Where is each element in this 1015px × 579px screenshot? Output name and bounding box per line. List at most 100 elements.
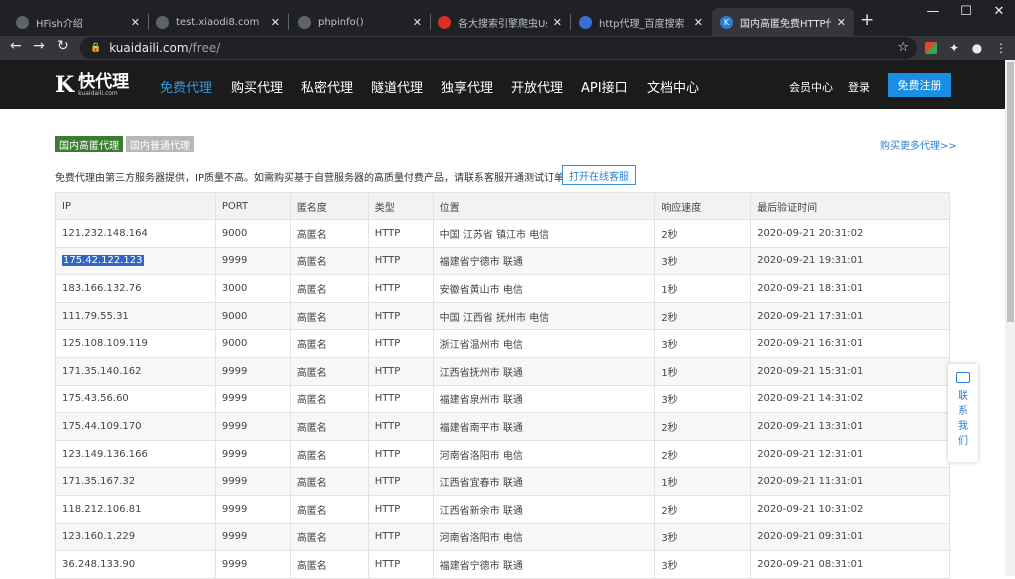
- new-tab-button[interactable]: +: [860, 10, 874, 30]
- table-cell: 9000: [214, 301, 291, 331]
- tab-close-icon[interactable]: ✕: [413, 16, 422, 29]
- nav-link[interactable]: 隧道代理: [371, 77, 423, 96]
- nav-link[interactable]: 独享代理: [441, 77, 493, 96]
- table-cell: 高匿名: [289, 246, 369, 276]
- table-cell: 2020-09-21 13:31:01: [750, 412, 950, 441]
- table-cell: HTTP: [367, 522, 434, 552]
- contact-us-widget[interactable]: 联系我们: [948, 364, 978, 462]
- address-bar[interactable]: 🔒 kuaidaili.com/free/ ☆: [80, 37, 917, 59]
- close-window-button[interactable]: ✕: [984, 4, 1014, 19]
- table-cell: 123.149.136.166: [55, 439, 216, 469]
- table-cell: 125.108.109.119: [55, 329, 216, 358]
- column-header: IP: [55, 192, 216, 220]
- site-logo[interactable]: K 快代理 kuaidaili.com: [55, 72, 129, 98]
- table-row: 123.149.136.166 9999 高匿名 HTTP 河南省洛阳市 电信 2秒 202…: [55, 439, 950, 469]
- table-cell: 河南省洛阳市 电信: [432, 522, 656, 552]
- table-cell: 高匿名: [289, 301, 369, 331]
- minimize-button[interactable]: —: [918, 4, 948, 19]
- tab-close-icon[interactable]: ✕: [271, 16, 280, 29]
- tab-title: HFish介绍: [36, 18, 83, 30]
- table-cell: 高匿名: [289, 384, 369, 414]
- table-cell: HTTP: [367, 494, 434, 524]
- tab-close-icon[interactable]: ✕: [837, 16, 846, 29]
- table-cell: 高匿名: [289, 219, 369, 248]
- table-cell: 9999: [214, 467, 291, 496]
- reload-icon[interactable]: ↻: [57, 38, 69, 54]
- browser-tab[interactable]: http代理_百度搜索 ✕: [571, 8, 711, 36]
- bookmark-star-icon[interactable]: ☆: [897, 40, 909, 55]
- tab-close-icon[interactable]: ✕: [131, 16, 140, 29]
- site-header: K 快代理 kuaidaili.com 免费代理 购买代理 私密代理 隧道代理 独享代理…: [0, 60, 1005, 109]
- tab-normal-proxy[interactable]: 国内普通代理: [126, 136, 194, 152]
- table-cell: 9999: [214, 356, 291, 386]
- table-cell: 9999: [214, 384, 291, 414]
- table-cell: 3000: [214, 274, 291, 303]
- open-chat-button[interactable]: 打开在线客服: [562, 165, 636, 185]
- profile-icon[interactable]: ●: [969, 40, 985, 56]
- nav-link[interactable]: API接口: [581, 77, 628, 96]
- browser-tab[interactable]: phpinfo() ✕: [290, 8, 430, 36]
- tab-favicon-icon: [16, 15, 29, 29]
- scrollbar-thumb[interactable]: [1007, 62, 1014, 322]
- selected-ip-text[interactable]: 175.42.122.123: [62, 255, 144, 267]
- column-header: 位置: [432, 192, 656, 220]
- table-cell: 福建省宁德市 联通: [432, 550, 656, 579]
- tab-favicon-icon: [298, 15, 311, 29]
- nav-link[interactable]: 免费代理: [160, 77, 212, 96]
- tab-close-icon[interactable]: ✕: [694, 16, 703, 29]
- table-cell: 171.35.140.162: [55, 356, 216, 386]
- table-cell: HTTP: [367, 219, 434, 248]
- contact-char: 们: [958, 436, 968, 447]
- table-cell: 河南省洛阳市 电信: [432, 439, 656, 469]
- table-cell: 9000: [214, 219, 291, 248]
- table-cell: 121.232.148.164: [55, 219, 216, 248]
- table-row: 171.35.167.32 9999 高匿名 HTTP 江西省宜春市 联通 1秒 2020-…: [55, 467, 950, 496]
- table-row: 123.160.1.229 9999 高匿名 HTTP 河南省洛阳市 电信 3秒 2020-…: [55, 522, 950, 552]
- buy-more-link[interactable]: 购买更多代理>>: [880, 137, 957, 152]
- menu-icon[interactable]: ⋮: [993, 40, 1009, 56]
- nav-link[interactable]: 购买代理: [231, 77, 283, 96]
- browser-tab[interactable]: test.xiaodi8.com ✕: [148, 8, 288, 36]
- table-cell: 高匿名: [289, 356, 369, 386]
- tab-anonymous-proxy[interactable]: 国内高匿代理: [55, 136, 123, 152]
- column-header: 类型: [367, 192, 434, 220]
- nav-link[interactable]: 私密代理: [301, 77, 353, 96]
- back-icon[interactable]: ←: [10, 38, 22, 54]
- table-cell: 175.44.109.170: [55, 412, 216, 441]
- login-link[interactable]: 登录: [848, 79, 870, 95]
- puzzle-icon[interactable]: ✦: [946, 40, 962, 56]
- table-cell: 183.166.132.76: [55, 274, 216, 303]
- nav-link[interactable]: 开放代理: [511, 77, 563, 96]
- table-cell: HTTP: [367, 384, 434, 414]
- tab-close-icon[interactable]: ✕: [553, 16, 562, 29]
- extension-icon[interactable]: [923, 40, 939, 56]
- table-cell: 高匿名: [289, 522, 369, 552]
- table-cell: 高匿名: [289, 550, 369, 579]
- table-cell: 2020-09-21 12:31:01: [750, 439, 950, 469]
- member-center-link[interactable]: 会员中心: [789, 79, 833, 95]
- table-cell: 2020-09-21 16:31:01: [750, 329, 950, 358]
- table-row: 183.166.132.76 3000 高匿名 HTTP 安徽省黄山市 电信 1秒 2020…: [55, 274, 950, 303]
- tab-title: 各大搜索引擎爬虫User-: [458, 18, 547, 30]
- browser-tab[interactable]: 各大搜索引擎爬虫User- ✕: [430, 8, 570, 36]
- tab-title: http代理_百度搜索: [599, 18, 685, 30]
- contact-char: 系: [958, 406, 968, 417]
- table-cell: HTTP: [367, 301, 434, 331]
- browser-tab[interactable]: HFish介绍 ✕: [8, 8, 148, 36]
- table-cell: 9999: [214, 522, 291, 552]
- nav-link[interactable]: 文档中心: [647, 77, 699, 96]
- table-row: 175.44.109.170 9999 高匿名 HTTP 福建省南平市 联通 2秒 2020…: [55, 412, 950, 441]
- table-cell: 2020-09-21 19:31:01: [750, 246, 950, 276]
- table-cell: 9000: [214, 329, 291, 358]
- table-cell: HTTP: [367, 329, 434, 358]
- table-cell: 171.35.167.32: [55, 467, 216, 496]
- table-cell: 2020-09-21 18:31:01: [750, 274, 950, 303]
- register-button[interactable]: 免费注册: [888, 73, 951, 97]
- browser-tabstrip: HFish介绍 ✕ test.xiaodi8.com ✕ phpinfo() ✕ 各大搜索引…: [0, 0, 1015, 36]
- forward-icon[interactable]: →: [33, 38, 45, 54]
- table-cell: 高匿名: [289, 467, 369, 496]
- browser-tab[interactable]: K 国内高匿免费HTTP代理 ✕: [712, 8, 854, 36]
- maximize-button[interactable]: ☐: [951, 4, 981, 19]
- table-cell: 江西省抚州市 联通: [432, 356, 656, 386]
- contact-char: 联: [958, 391, 968, 402]
